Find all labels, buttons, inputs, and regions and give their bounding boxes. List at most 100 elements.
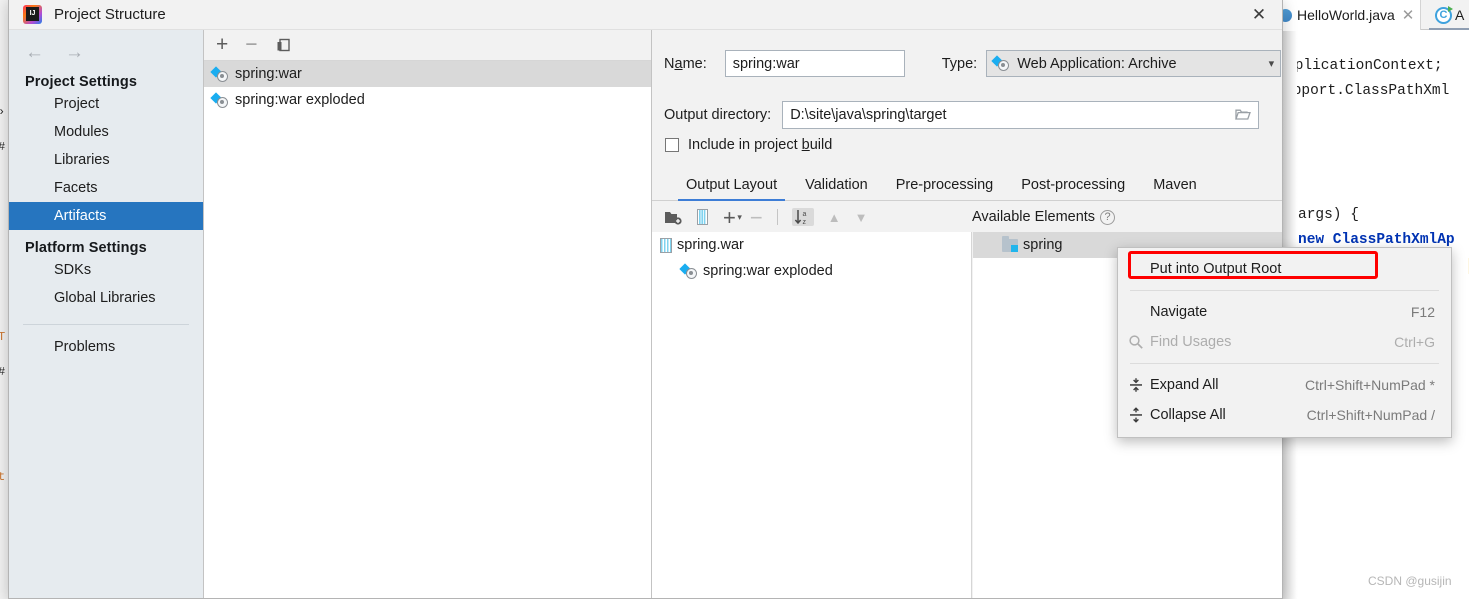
output-layout-toolbar: + ▾ − a z ▲ ▼ (652, 202, 972, 232)
help-icon[interactable]: ? (1100, 209, 1116, 225)
editor-tab-helloworld[interactable]: HelloWorld.java ✕ (1275, 0, 1422, 30)
svg-text:z: z (802, 219, 806, 225)
close-icon[interactable]: ✕ (1236, 0, 1282, 30)
code-line: upport.ClassPathXml (1284, 83, 1450, 99)
dialog-title: Project Structure (54, 6, 166, 23)
include-in-project-build-row[interactable]: Include in project build (665, 137, 832, 153)
sidebar-item-project[interactable]: Project (9, 90, 203, 118)
menu-item-expand-all[interactable]: Expand All Ctrl+Shift+NumPad * (1118, 370, 1451, 400)
remove-element-button[interactable]: − (750, 206, 763, 228)
artifact-name-input[interactable] (724, 50, 905, 77)
tree-row-label: spring (1023, 237, 1063, 253)
sidebar-item-label: Problems (54, 339, 116, 355)
editor-tab-next[interactable]: C A (1429, 0, 1464, 30)
sidebar-item-facets[interactable]: Facets (9, 174, 203, 202)
add-artifact-button[interactable]: + (216, 34, 228, 55)
sidebar-item-label: Modules (54, 124, 109, 140)
tree-row[interactable]: spring:war exploded (652, 258, 971, 284)
sidebar-item-label: SDKs (54, 262, 92, 278)
sort-alphabetically-button[interactable]: a z (791, 208, 814, 226)
tab-post-processing[interactable]: Post-processing (1007, 177, 1139, 200)
editor-tab-label: HelloWorld.java (1297, 7, 1395, 23)
context-menu[interactable]: Put into Output Root Navigate F12 Find U… (1117, 247, 1452, 438)
type-label: Type: (941, 55, 978, 72)
editor-tab-bar: HelloWorld.java ✕ C A (1275, 0, 1469, 30)
module-folder-icon (1002, 235, 1018, 252)
expand-all-icon (1128, 377, 1150, 393)
artifact-list-item[interactable]: spring:war exploded (204, 87, 651, 113)
menu-item-shortcut: Ctrl+Shift+NumPad * (1305, 377, 1435, 393)
run-class-icon: C (1435, 5, 1453, 24)
close-icon[interactable]: ✕ (1402, 6, 1415, 24)
artifact-label: spring:war (235, 66, 302, 82)
menu-item-label: Navigate (1150, 304, 1208, 320)
svg-text:a: a (802, 211, 806, 218)
include-in-project-build-label: Include in project build (688, 137, 833, 153)
tree-row[interactable]: spring.war (652, 232, 971, 258)
available-elements-header: Available Elements ? (972, 202, 1282, 232)
tab-output-layout[interactable]: Output Layout (672, 177, 791, 201)
detail-tabs: Output Layout Validation Pre-processing … (652, 168, 1282, 201)
menu-item-find-usages: Find Usages Ctrl+G (1118, 327, 1451, 357)
menu-item-put-into-output-root[interactable]: Put into Output Root (1118, 254, 1451, 284)
output-directory-input[interactable] (782, 101, 1260, 129)
dialog-title-bar: Project Structure ✕ (9, 0, 1282, 30)
copy-artifact-button[interactable] (275, 37, 292, 54)
menu-item-label: Collapse All (1150, 407, 1226, 423)
tab-validation[interactable]: Validation (791, 177, 882, 200)
toolbar-divider (776, 209, 778, 225)
menu-item-collapse-all[interactable]: Collapse All Ctrl+Shift+NumPad / (1118, 400, 1451, 430)
project-structure-dialog: Project Structure ✕ ← → Project Settings… (8, 0, 1283, 599)
collapse-all-icon (1128, 407, 1150, 423)
menu-separator (1130, 290, 1439, 291)
add-element-button[interactable]: + ▾ (723, 206, 742, 228)
move-down-button[interactable]: ▼ (855, 210, 868, 225)
sidebar-item-libraries[interactable]: Libraries (9, 146, 203, 174)
sidebar-item-sdks[interactable]: SDKs (9, 256, 203, 284)
editor-tab-underline (1429, 28, 1469, 30)
menu-item-label: Put into Output Root (1150, 261, 1282, 277)
add-archive-button[interactable] (696, 209, 709, 225)
sidebar-item-modules[interactable]: Modules (9, 118, 203, 146)
sidebar-item-label: Libraries (54, 152, 110, 168)
sidebar-heading-project-settings: Project Settings (25, 74, 137, 90)
artifact-icon (679, 262, 698, 279)
nav-history-controls: ← → (9, 30, 203, 64)
chevron-down-icon: ▾ (1268, 58, 1275, 70)
include-in-project-build-checkbox[interactable] (665, 138, 679, 152)
editor-tab-next-label: A (1455, 7, 1465, 23)
menu-item-navigate[interactable]: Navigate F12 (1118, 297, 1451, 327)
menu-item-shortcut: Ctrl+G (1394, 334, 1435, 350)
artifacts-toolbar: + − (204, 30, 651, 61)
sidebar-item-label: Global Libraries (54, 290, 156, 306)
sidebar-item-label: Artifacts (54, 208, 107, 224)
move-up-button[interactable]: ▲ (828, 210, 841, 225)
artifact-list-item[interactable]: spring:war (204, 61, 651, 87)
sidebar-item-label: Project (54, 96, 100, 112)
code-line: pplicationContext; (1286, 58, 1443, 74)
tab-pre-processing[interactable]: Pre-processing (882, 177, 1008, 200)
forward-arrow-icon[interactable]: → (65, 42, 84, 64)
artifact-type-icon (991, 55, 1010, 71)
browse-folder-icon[interactable] (1228, 102, 1258, 128)
sidebar-item-global-libraries[interactable]: Global Libraries (9, 284, 203, 312)
output-layout-tree[interactable]: spring.war spring:war exploded (652, 232, 972, 598)
menu-item-label: Expand All (1150, 377, 1219, 393)
back-arrow-icon[interactable]: ← (25, 42, 44, 64)
name-label: Name: (664, 55, 707, 72)
menu-item-shortcut: F12 (1410, 304, 1435, 320)
sidebar-item-artifacts[interactable]: Artifacts (9, 202, 203, 230)
sidebar-item-label: Facets (54, 180, 98, 196)
menu-separator (1130, 363, 1439, 364)
artifact-type-value: Web Application: Archive (1017, 55, 1177, 72)
sidebar-heading-platform-settings: Platform Settings (25, 240, 147, 256)
artifact-label: spring:war exploded (235, 92, 365, 108)
watermark: CSDN @gusijin (1368, 574, 1452, 588)
remove-artifact-button[interactable]: − (245, 34, 257, 55)
artifact-type-combobox[interactable]: Web Application: Archive ▾ (986, 50, 1282, 77)
artifact-icon (210, 65, 229, 82)
tab-maven[interactable]: Maven (1139, 177, 1211, 200)
sidebar-item-problems[interactable]: Problems (9, 333, 203, 361)
add-directory-button[interactable] (664, 210, 682, 225)
settings-sidebar: ← → Project Settings Project Modules Lib… (9, 30, 204, 598)
